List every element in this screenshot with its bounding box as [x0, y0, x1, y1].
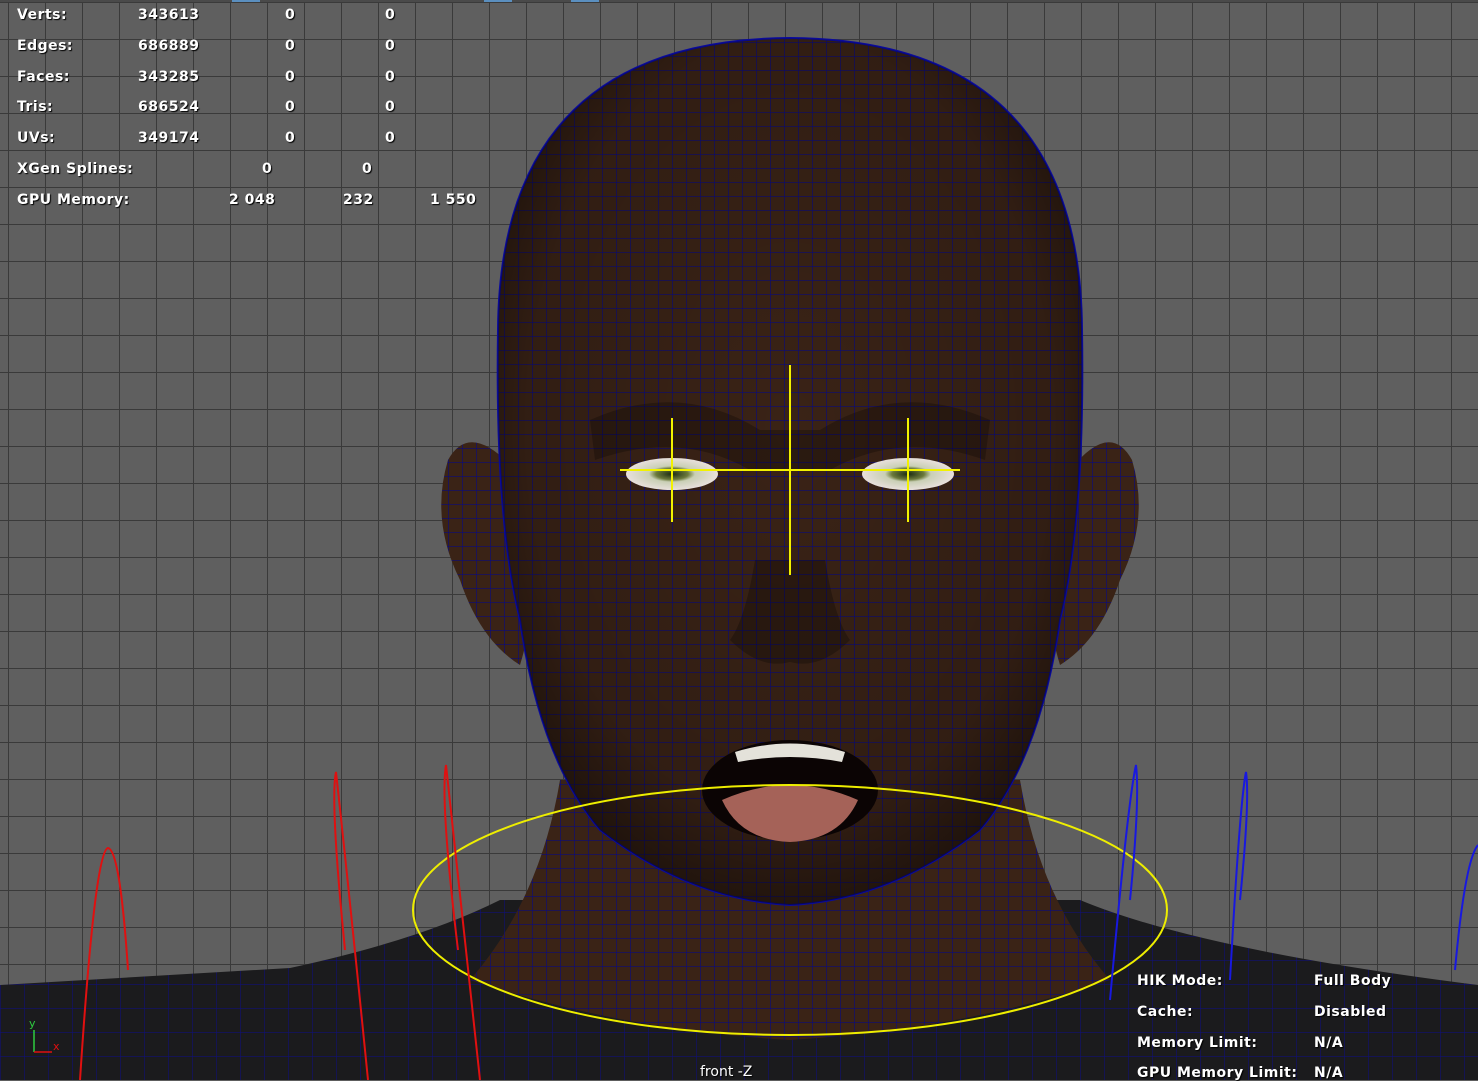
- stat-value: 343613: [138, 7, 200, 23]
- hik-value: N/A: [1314, 1065, 1344, 1081]
- stat-value: 0: [385, 69, 396, 85]
- stat-value: 0: [285, 38, 296, 54]
- stat-label: Faces:: [17, 69, 70, 85]
- stat-value: 349174: [138, 130, 200, 146]
- hik-label: GPU Memory Limit:: [1137, 1065, 1298, 1081]
- hik-value: Disabled: [1314, 1004, 1387, 1020]
- stat-value: 232: [343, 192, 374, 208]
- hik-label: Memory Limit:: [1137, 1035, 1258, 1051]
- stat-value: 0: [385, 130, 396, 146]
- stat-value: 0: [285, 130, 296, 146]
- stat-label: Verts:: [17, 7, 68, 23]
- stat-value: 0: [362, 161, 373, 177]
- stat-value: 0: [262, 161, 273, 177]
- stat-label: XGen Splines:: [17, 161, 134, 177]
- 3d-viewport[interactable]: Verts: 343613 0 0 Edges: 686889 0 0 Face…: [0, 0, 1478, 1081]
- stat-label: UVs:: [17, 130, 56, 146]
- hik-value: Full Body: [1314, 973, 1392, 989]
- stat-value: 0: [385, 7, 396, 23]
- hik-label: Cache:: [1137, 1004, 1194, 1020]
- hik-label: HIK Mode:: [1137, 973, 1223, 989]
- axis-gizmo-icon: y x: [26, 1016, 66, 1056]
- scene-render[interactable]: [0, 0, 1478, 1080]
- hik-value: N/A: [1314, 1035, 1344, 1051]
- stat-value: 0: [385, 38, 396, 54]
- stat-value: 2 048: [229, 192, 276, 208]
- stat-value: 686889: [138, 38, 200, 54]
- axis-x-label: x: [53, 1040, 60, 1053]
- stat-value: 0: [385, 99, 396, 115]
- camera-name-label: front -Z: [700, 1064, 753, 1080]
- stat-value: 0: [285, 69, 296, 85]
- axis-y-label: y: [29, 1017, 36, 1030]
- stat-value: 0: [285, 7, 296, 23]
- stat-value: 1 550: [430, 192, 477, 208]
- stat-value: 0: [285, 99, 296, 115]
- stat-label: GPU Memory:: [17, 192, 130, 208]
- stat-value: 686524: [138, 99, 200, 115]
- stat-label: Tris:: [17, 99, 54, 115]
- stat-value: 343285: [138, 69, 200, 85]
- stat-label: Edges:: [17, 38, 74, 54]
